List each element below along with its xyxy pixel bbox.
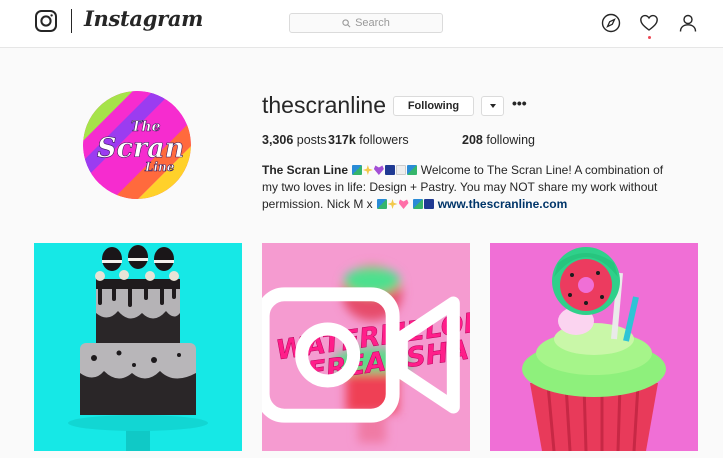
emoji-icon [351, 165, 362, 175]
more-options-button[interactable]: ••• [512, 96, 527, 113]
notification-dot [648, 36, 651, 39]
stat-followers[interactable]: 317k followers [328, 133, 462, 147]
flag-icon [423, 199, 434, 209]
instagram-wordmark[interactable]: Instagram [84, 6, 203, 31]
sparkles-icon [362, 165, 373, 175]
chevron-down-icon [489, 104, 496, 108]
purple-heart-icon [373, 165, 384, 175]
logo-divider [71, 9, 72, 33]
profile-username: thescranline [262, 92, 387, 118]
followers-label: followers [359, 133, 409, 147]
profile-bio: The Scran Line Welcome to The Scran Line… [262, 162, 682, 213]
profile-stats: 3,306 posts 317k followers 208 following [262, 133, 535, 147]
top-navigation: Instagram Search [0, 0, 723, 48]
post-tile-watermelon-freakshake[interactable]: WATERMELON FREAKSHAKE [262, 243, 470, 451]
watermelon-cupcake-image [490, 243, 698, 451]
post-tile-watermelon-cupcake[interactable] [490, 243, 698, 451]
bio-website-link[interactable]: www.thescranline.com [438, 197, 568, 211]
bio-name: The Scran Line [262, 163, 349, 177]
user-icon[interactable] [678, 13, 698, 33]
stat-posts: 3,306 posts [262, 133, 328, 147]
flag-icon [395, 165, 406, 175]
profile-avatar[interactable]: The Scran Line [83, 91, 191, 199]
avatar-text-line: Line [144, 160, 175, 174]
suggestions-dropdown-button[interactable] [481, 96, 504, 116]
posts-count: 3,306 [262, 133, 294, 147]
compass-icon[interactable] [601, 13, 621, 33]
emoji-icon [406, 165, 417, 175]
following-label: following [486, 133, 535, 147]
posts-label: posts [296, 133, 327, 147]
following-button[interactable]: Following [393, 96, 474, 116]
search-icon [342, 18, 351, 27]
followers-count: 317k [328, 133, 356, 147]
post-tile-oreo-cake[interactable] [34, 243, 242, 451]
heart-icon[interactable] [639, 13, 659, 33]
emoji-icon [412, 199, 423, 209]
instagram-camera-icon[interactable] [35, 10, 57, 32]
pink-heart-icon [398, 199, 409, 209]
sparkles-icon [387, 199, 398, 209]
search-placeholder: Search [355, 17, 390, 29]
stat-following[interactable]: 208 following [462, 133, 535, 147]
oreo-cake-image [34, 243, 242, 451]
video-icon [262, 287, 460, 423]
emoji-icon [376, 199, 387, 209]
flag-icon [384, 165, 395, 175]
following-count: 208 [462, 133, 483, 147]
search-input[interactable]: Search [289, 13, 443, 33]
